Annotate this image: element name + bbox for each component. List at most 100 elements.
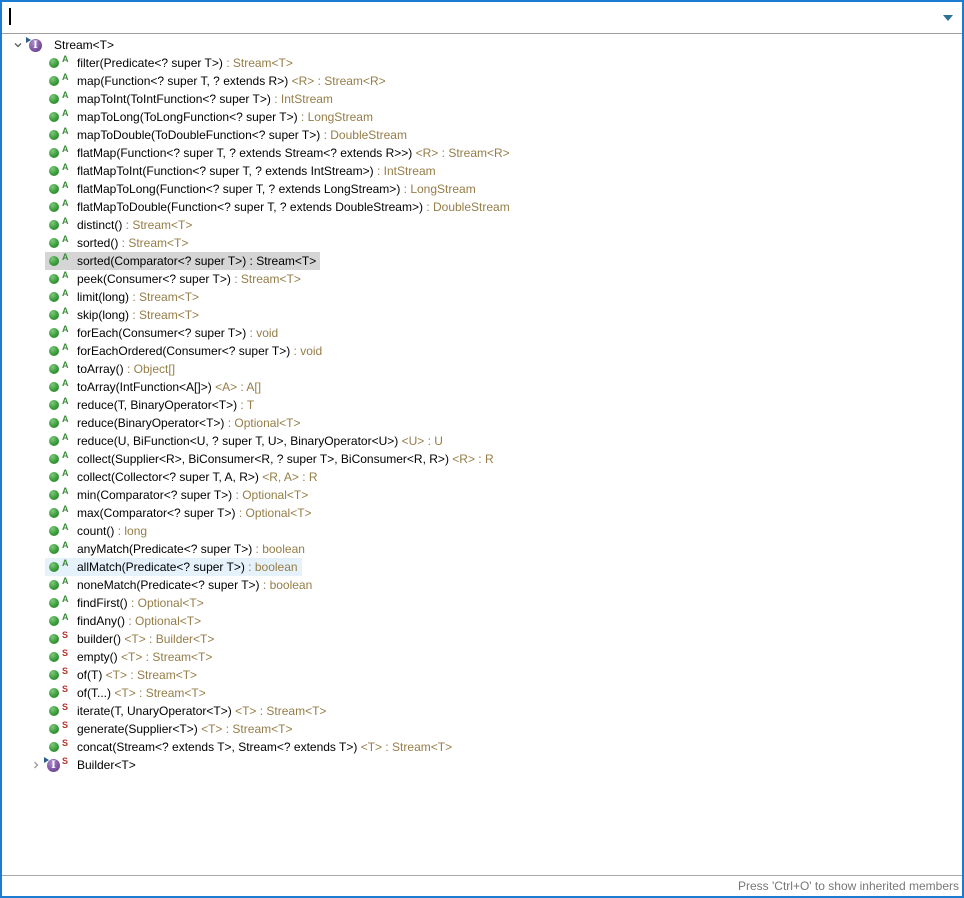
tree-item[interactable]: AtoArray() : Object[]	[2, 360, 962, 378]
tree-item[interactable]: Amax(Comparator<? super T>) : Optional<T…	[2, 504, 962, 522]
abstract-decorator-icon: A	[62, 540, 72, 550]
tree-item[interactable]: Acollect(Supplier<R>, BiConsumer<R, ? su…	[2, 450, 962, 468]
tree-item-label-area[interactable]: Siterate(T, UnaryOperator<T>) <T> : Stre…	[45, 702, 330, 720]
public-method-icon	[46, 326, 61, 341]
tree-item-label-area[interactable]: Apeek(Consumer<? super T>) : Stream<T>	[45, 270, 305, 288]
tree-item[interactable]: Sempty() <T> : Stream<T>	[2, 648, 962, 666]
tree-item[interactable]: AforEachOrdered(Consumer<? super T>) : v…	[2, 342, 962, 360]
tree-item[interactable]: Afilter(Predicate<? super T>) : Stream<T…	[2, 54, 962, 72]
chevron-spacer	[27, 720, 45, 738]
tree-item-label-area[interactable]: Amin(Comparator<? super T>) : Optional<T…	[45, 486, 312, 504]
chevron-right-icon[interactable]	[27, 756, 45, 774]
static-decorator-icon: S	[62, 666, 72, 676]
tree-item-label-area[interactable]: Adistinct() : Stream<T>	[45, 216, 196, 234]
static-decorator-icon: S	[62, 738, 72, 748]
tree-item-label-area[interactable]: Acollect(Supplier<R>, BiConsumer<R, ? su…	[45, 450, 498, 468]
tree-item[interactable]: AfindAny() : Optional<T>	[2, 612, 962, 630]
tree-item-label-area[interactable]: AforEach(Consumer<? super T>) : void	[45, 324, 282, 342]
tree-item-label-area[interactable]: AflatMap(Function<? super T, ? extends S…	[45, 144, 514, 162]
public-method-icon	[46, 596, 61, 611]
tree-item[interactable]: AanyMatch(Predicate<? super T>) : boolea…	[2, 540, 962, 558]
tree-item-label-area[interactable]: AfindFirst() : Optional<T>	[45, 594, 208, 612]
tree-item-label-area[interactable]: Sgenerate(Supplier<T>) <T> : Stream<T>	[45, 720, 296, 738]
public-method-icon	[46, 290, 61, 305]
tree-item[interactable]: Areduce(U, BiFunction<U, ? super T, U>, …	[2, 432, 962, 450]
tree-item-label-area[interactable]: AflatMapToInt(Function<? super T, ? exte…	[45, 162, 440, 180]
tree-item-label-area[interactable]: AfindAny() : Optional<T>	[45, 612, 205, 630]
tree-item-label-area[interactable]: AmapToLong(ToLongFunction<? super T>) : …	[45, 108, 377, 126]
tree-item[interactable]: Asorted(Comparator<? super T>) : Stream<…	[2, 252, 962, 270]
tree-item[interactable]: IStream<T>	[2, 36, 962, 54]
tree-item[interactable]: Acollect(Collector<? super T, A, R>) <R,…	[2, 468, 962, 486]
tree-item[interactable]: Adistinct() : Stream<T>	[2, 216, 962, 234]
tree-item[interactable]: AflatMapToInt(Function<? super T, ? exte…	[2, 162, 962, 180]
tree-item[interactable]: Askip(long) : Stream<T>	[2, 306, 962, 324]
tree-item-label-area[interactable]: Areduce(BinaryOperator<T>) : Optional<T>	[45, 414, 304, 432]
search-input[interactable]	[2, 2, 962, 33]
tree-item-label-area[interactable]: AanyMatch(Predicate<? super T>) : boolea…	[45, 540, 309, 558]
tree-item-label-area[interactable]: Afilter(Predicate<? super T>) : Stream<T…	[45, 54, 297, 72]
chevron-down-icon[interactable]	[9, 36, 27, 54]
tree-item-label-area[interactable]: AtoArray() : Object[]	[45, 360, 179, 378]
tree-item-label-area[interactable]: Sof(T...) <T> : Stream<T>	[45, 684, 210, 702]
focus-decorator-icon	[44, 757, 49, 763]
tree-item[interactable]: Acount() : long	[2, 522, 962, 540]
tree-item-label-area[interactable]: Asorted() : Stream<T>	[45, 234, 192, 252]
tree-item-label-area[interactable]: ISBuilder<T>	[45, 756, 140, 774]
tree-item[interactable]: Alimit(long) : Stream<T>	[2, 288, 962, 306]
tree-item[interactable]: AflatMapToLong(Function<? super T, ? ext…	[2, 180, 962, 198]
tree-item[interactable]: AnoneMatch(Predicate<? super T>) : boole…	[2, 576, 962, 594]
tree-item[interactable]: AfindFirst() : Optional<T>	[2, 594, 962, 612]
tree-item-label-area[interactable]: Areduce(U, BiFunction<U, ? super T, U>, …	[45, 432, 447, 450]
tree-item-label-area[interactable]: Sof(T) <T> : Stream<T>	[45, 666, 201, 684]
tree-item-label-area[interactable]: Sbuilder() <T> : Builder<T>	[45, 630, 218, 648]
tree-item[interactable]: AtoArray(IntFunction<A[]>) <A> : A[]	[2, 378, 962, 396]
tree-item[interactable]: Apeek(Consumer<? super T>) : Stream<T>	[2, 270, 962, 288]
tree-item[interactable]: Amin(Comparator<? super T>) : Optional<T…	[2, 486, 962, 504]
tree-item-label-area[interactable]: AtoArray(IntFunction<A[]>) <A> : A[]	[45, 378, 265, 396]
tree-item-label-area[interactable]: Areduce(T, BinaryOperator<T>) : T	[45, 396, 258, 414]
tree-item[interactable]: Sconcat(Stream<? extends T>, Stream<? ex…	[2, 738, 962, 756]
tree-item[interactable]: Areduce(BinaryOperator<T>) : Optional<T>	[2, 414, 962, 432]
tree-item-label-area[interactable]: AnoneMatch(Predicate<? super T>) : boole…	[45, 576, 316, 594]
tree-item[interactable]: AflatMap(Function<? super T, ? extends S…	[2, 144, 962, 162]
chevron-spacer	[27, 432, 45, 450]
tree-item[interactable]: Asorted() : Stream<T>	[2, 234, 962, 252]
tree-item-text: mapToLong(ToLongFunction<? super T>) : L…	[77, 110, 373, 124]
view-menu-icon[interactable]	[943, 15, 953, 21]
tree-item-label-area[interactable]: Sempty() <T> : Stream<T>	[45, 648, 216, 666]
tree-item-label-area[interactable]: AmapToInt(ToIntFunction<? super T>) : In…	[45, 90, 337, 108]
tree-item[interactable]: ISBuilder<T>	[2, 756, 962, 774]
tree-item-label-area[interactable]: Acollect(Collector<? super T, A, R>) <R,…	[45, 468, 322, 486]
tree-item-label-area[interactable]: Acount() : long	[45, 522, 151, 540]
tree-item[interactable]: Siterate(T, UnaryOperator<T>) <T> : Stre…	[2, 702, 962, 720]
tree-item-label-area[interactable]: Askip(long) : Stream<T>	[45, 306, 203, 324]
tree-item[interactable]: AforEach(Consumer<? super T>) : void	[2, 324, 962, 342]
tree-item[interactable]: AmapToDouble(ToDoubleFunction<? super T>…	[2, 126, 962, 144]
tree-item[interactable]: AallMatch(Predicate<? super T>) : boolea…	[2, 558, 962, 576]
tree-item[interactable]: AmapToLong(ToLongFunction<? super T>) : …	[2, 108, 962, 126]
tree-item[interactable]: Amap(Function<? super T, ? extends R>) <…	[2, 72, 962, 90]
public-method-icon	[46, 614, 61, 629]
tree-item[interactable]: Sbuilder() <T> : Builder<T>	[2, 630, 962, 648]
tree-item-label-area[interactable]: Alimit(long) : Stream<T>	[45, 288, 203, 306]
tree-item-label-area[interactable]: AflatMapToDouble(Function<? super T, ? e…	[45, 198, 514, 216]
tree-item-text: sorted() : Stream<T>	[77, 236, 188, 250]
tree-item[interactable]: AmapToInt(ToIntFunction<? super T>) : In…	[2, 90, 962, 108]
tree-item-label-area[interactable]: AallMatch(Predicate<? super T>) : boolea…	[45, 558, 302, 576]
tree-item-label-area[interactable]: Amap(Function<? super T, ? extends R>) <…	[45, 72, 390, 90]
tree-item[interactable]: Areduce(T, BinaryOperator<T>) : T	[2, 396, 962, 414]
tree-item-label-area[interactable]: AmapToDouble(ToDoubleFunction<? super T>…	[45, 126, 411, 144]
tree-item-label-area[interactable]: Amax(Comparator<? super T>) : Optional<T…	[45, 504, 316, 522]
tree-item-label-area[interactable]: Sconcat(Stream<? extends T>, Stream<? ex…	[45, 738, 456, 756]
tree-item-label-area[interactable]: AforEachOrdered(Consumer<? super T>) : v…	[45, 342, 326, 360]
tree-item-label-area[interactable]: AflatMapToLong(Function<? super T, ? ext…	[45, 180, 480, 198]
tree-item[interactable]: Sof(T...) <T> : Stream<T>	[2, 684, 962, 702]
tree-item-text: mapToDouble(ToDoubleFunction<? super T>)…	[77, 128, 407, 142]
abstract-decorator-icon: A	[62, 108, 72, 118]
tree-item[interactable]: AflatMapToDouble(Function<? super T, ? e…	[2, 198, 962, 216]
tree-item-label-area[interactable]: IStream<T>	[27, 36, 118, 54]
tree-item[interactable]: Sgenerate(Supplier<T>) <T> : Stream<T>	[2, 720, 962, 738]
tree-item-label-area[interactable]: Asorted(Comparator<? super T>) : Stream<…	[45, 252, 320, 270]
tree-item[interactable]: Sof(T) <T> : Stream<T>	[2, 666, 962, 684]
